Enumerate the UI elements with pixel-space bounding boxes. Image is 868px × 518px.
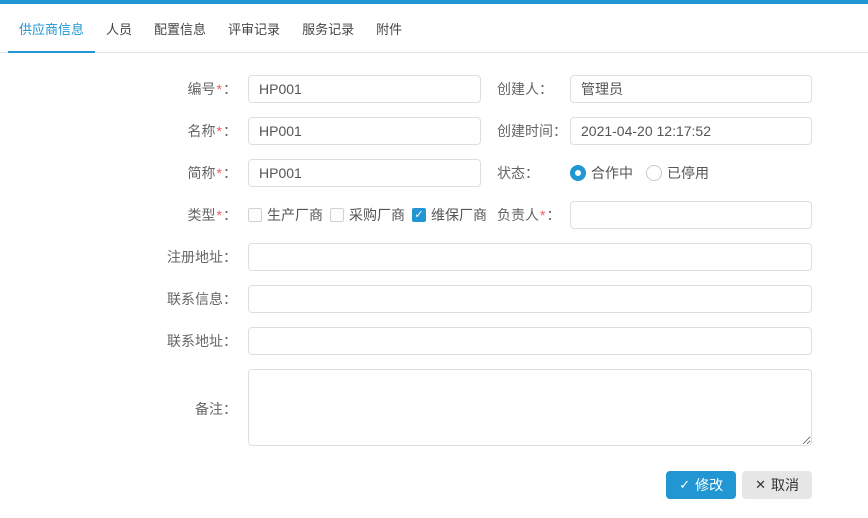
- status-label: 状态：: [497, 165, 539, 181]
- row-contact-address: 联系地址：: [0, 327, 812, 355]
- close-icon: ✕: [755, 477, 766, 492]
- tab-supplier-info[interactable]: 供应商信息: [8, 4, 96, 53]
- required-asterisk: *: [540, 207, 546, 223]
- manager-input[interactable]: [570, 201, 812, 229]
- contact-info-label: 联系信息：: [167, 291, 237, 307]
- reg-address-label: 注册地址：: [167, 249, 237, 265]
- checkbox-unchecked-icon[interactable]: [330, 208, 344, 222]
- required-asterisk: *: [216, 165, 222, 181]
- checkbox-unchecked-icon[interactable]: [248, 208, 262, 222]
- short-name-label: 简称*：: [187, 165, 237, 181]
- contact-address-input[interactable]: [248, 327, 812, 355]
- check-icon: ✓: [679, 477, 691, 492]
- contact-address-label: 联系地址：: [167, 333, 237, 349]
- remark-label: 备注：: [195, 401, 237, 417]
- row-code-creator: 编号*： 创建人：: [0, 75, 812, 103]
- contact-info-input[interactable]: [248, 285, 812, 313]
- row-contact-info: 联系信息：: [0, 285, 812, 313]
- required-asterisk: *: [216, 207, 222, 223]
- status-radio-group: 合作中 已停用: [570, 163, 812, 183]
- checkbox-option-purchasing[interactable]: 采购厂商: [330, 205, 405, 225]
- radio-option-label: 合作中: [591, 165, 633, 181]
- checkbox-option-label: 采购厂商: [349, 207, 405, 223]
- radio-option-deactivated[interactable]: 已停用: [646, 163, 709, 183]
- tab-service-records[interactable]: 服务记录: [291, 4, 365, 53]
- code-label: 编号*：: [187, 81, 237, 97]
- row-reg-address: 注册地址：: [0, 243, 812, 271]
- name-input[interactable]: [248, 117, 481, 145]
- supplier-form: 编号*： 创建人： 名称*： 创建时间： 简称*： 状态： 合作中 已停用 类型…: [0, 75, 812, 499]
- type-label: 类型*：: [187, 207, 237, 223]
- tab-config-info[interactable]: 配置信息: [143, 4, 217, 53]
- radio-selected-icon[interactable]: [570, 165, 586, 181]
- created-time-label: 创建时间：: [497, 123, 567, 139]
- checkbox-option-label: 维保厂商: [431, 207, 487, 223]
- radio-unselected-icon[interactable]: [646, 165, 662, 181]
- row-remark: 备注：: [0, 369, 812, 449]
- checkbox-option-manufacturer[interactable]: 生产厂商: [248, 205, 323, 225]
- tab-personnel[interactable]: 人员: [95, 4, 143, 53]
- checkbox-option-maintenance[interactable]: ✓ 维保厂商: [412, 205, 487, 225]
- reg-address-input[interactable]: [248, 243, 812, 271]
- modify-button[interactable]: ✓ 修改: [666, 471, 737, 499]
- name-label: 名称*：: [187, 123, 237, 139]
- form-actions: ✓ 修改 ✕ 取消: [0, 471, 812, 499]
- tab-review-records[interactable]: 评审记录: [217, 4, 291, 53]
- short-name-input[interactable]: [248, 159, 481, 187]
- modify-button-label: 修改: [695, 477, 724, 493]
- radio-option-label: 已停用: [667, 165, 709, 181]
- row-shortname-status: 简称*： 状态： 合作中 已停用: [0, 159, 812, 187]
- creator-label: 创建人：: [497, 81, 553, 97]
- manager-label: 负责人*：: [497, 207, 561, 223]
- creator-input[interactable]: [570, 75, 812, 103]
- remark-textarea[interactable]: [248, 369, 812, 446]
- created-time-input[interactable]: [570, 117, 812, 145]
- required-asterisk: *: [216, 123, 222, 139]
- checkbox-option-label: 生产厂商: [267, 207, 323, 223]
- cancel-button[interactable]: ✕ 取消: [742, 471, 812, 499]
- required-asterisk: *: [216, 81, 222, 97]
- tab-bar: 供应商信息 人员 配置信息 评审记录 服务记录 附件: [0, 4, 868, 53]
- tab-attachments[interactable]: 附件: [365, 4, 413, 53]
- checkbox-checked-icon[interactable]: ✓: [412, 208, 426, 222]
- type-checkbox-group: 生产厂商 采购厂商 ✓ 维保厂商: [248, 205, 487, 225]
- cancel-button-label: 取消: [771, 477, 799, 493]
- code-input[interactable]: [248, 75, 481, 103]
- row-type-manager: 类型*： 生产厂商 采购厂商 ✓ 维保厂商 负责人*：: [0, 201, 812, 229]
- radio-option-cooperating[interactable]: 合作中: [570, 163, 633, 183]
- row-name-createdtime: 名称*： 创建时间：: [0, 117, 812, 145]
